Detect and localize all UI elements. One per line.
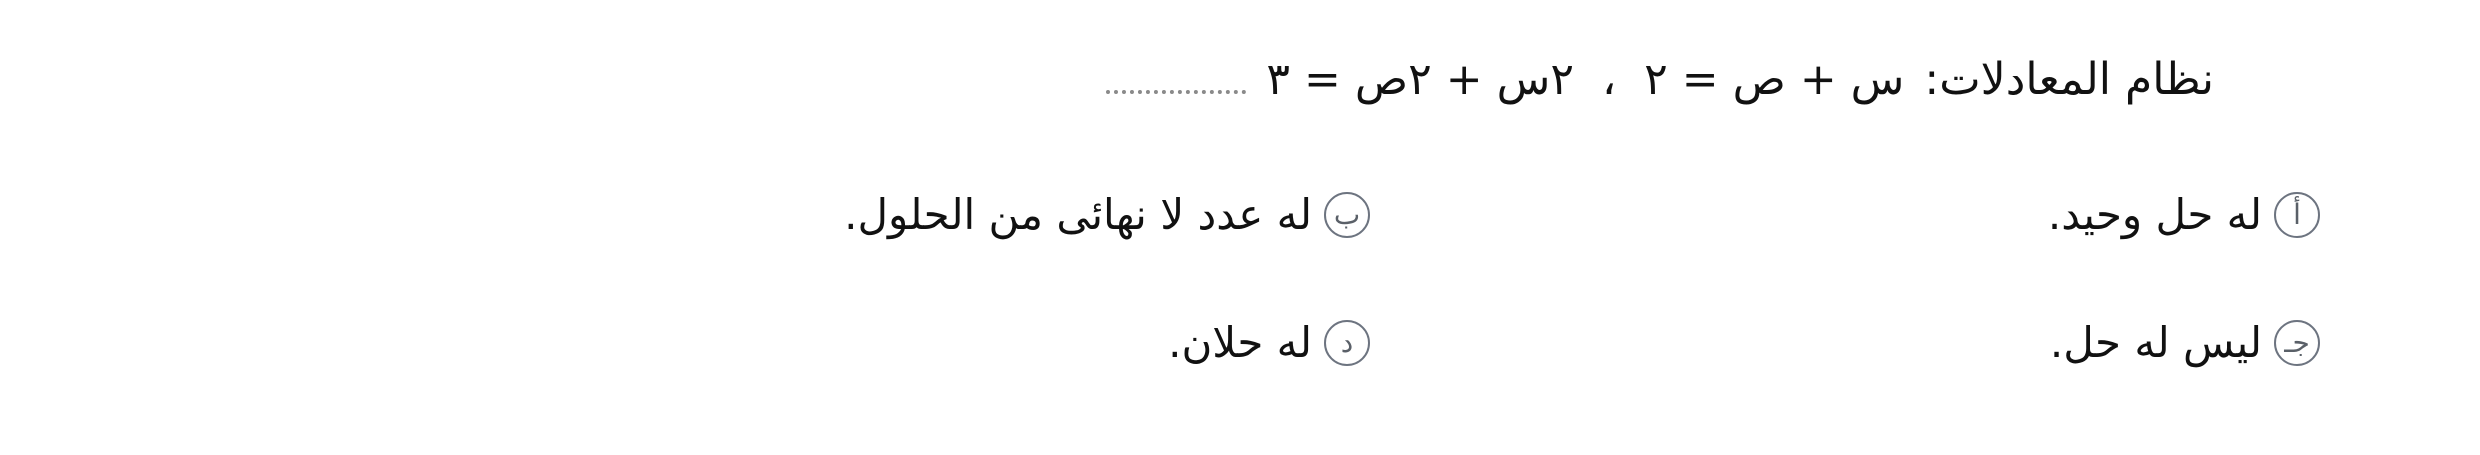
choice-d[interactable]: د له حلان.	[370, 308, 1370, 378]
choice-c-text: ليس له حل.	[2049, 318, 2262, 367]
choice-d-letter: د	[1324, 320, 1370, 366]
question-label: نظام المعادلات:	[1924, 54, 2214, 105]
choice-c-letter: جـ	[2274, 320, 2320, 366]
answer-choices: أ له حل وحيد. ب له عدد لا نهائى من الحلو…	[60, 180, 2320, 378]
equation-one: س + ص = ٢	[1644, 54, 1905, 105]
choice-b-letter: ب	[1324, 192, 1370, 238]
question-stem: نظام المعادلات: س + ص = ٢ ، ٢س + ٢ص = ٣	[1106, 48, 2214, 112]
choice-a-letter: أ	[2274, 192, 2320, 238]
equation-separator: ،	[1601, 54, 1617, 105]
choice-b-text: له عدد لا نهائى من الحلول.	[844, 190, 1312, 239]
question-page: نظام المعادلات: س + ص = ٢ ، ٢س + ٢ص = ٣ …	[0, 0, 2480, 455]
answer-blank-dots	[1106, 82, 1247, 94]
choice-a[interactable]: أ له حل وحيد.	[1370, 180, 2320, 250]
choice-a-text: له حل وحيد.	[2047, 190, 2262, 239]
choice-b[interactable]: ب له عدد لا نهائى من الحلول.	[370, 180, 1370, 250]
choice-d-text: له حلان.	[1168, 318, 1312, 367]
choice-c[interactable]: جـ ليس له حل.	[1370, 308, 2320, 378]
equation-two: ٢س + ٢ص = ٣	[1266, 54, 1574, 105]
